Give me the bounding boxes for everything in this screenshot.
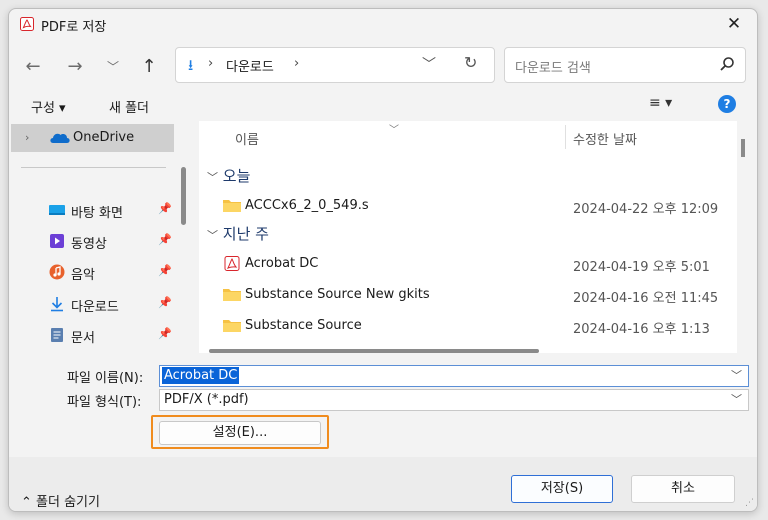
sidebar-item-documents[interactable]: 문서 📌	[9, 321, 181, 349]
file-date: 2024-04-19 오후 5:01	[573, 260, 710, 275]
title-bar: PDF로 저장 ✕	[9, 9, 757, 39]
pdf-icon	[20, 17, 34, 31]
sidebar-item-videos[interactable]: 동영상 📌	[9, 227, 181, 255]
sidebar-item-music[interactable]: 음악 📌	[9, 258, 181, 286]
video-icon	[50, 234, 64, 248]
file-row[interactable]: ACCCx6_2_0_549.s 2024-04-22 오후 12:09	[199, 191, 737, 221]
save-button[interactable]: 저장(S)	[511, 475, 613, 503]
sort-indicator-icon: ﹀	[389, 125, 399, 136]
sidebar-item-label: OneDrive	[73, 130, 135, 145]
sidebar-item-label: 동영상	[71, 237, 107, 252]
document-icon	[51, 328, 63, 342]
up-button[interactable]: ↑	[139, 57, 159, 77]
download-icon: ⭳	[188, 56, 194, 74]
search-placeholder: 다운로드 검색	[515, 61, 591, 76]
chevron-down-icon[interactable]: ﹀	[731, 391, 742, 407]
folder-icon	[223, 200, 241, 212]
filetype-label: 파일 형식(T):	[67, 395, 142, 410]
pdf-file-icon	[224, 256, 240, 271]
organize-menu[interactable]: 구성 ▾	[31, 97, 66, 116]
pin-icon[interactable]: 📌	[158, 296, 172, 309]
back-button[interactable]: ←	[23, 57, 43, 77]
cloud-icon	[50, 133, 70, 143]
recent-locations-button[interactable]: ﹀	[103, 57, 123, 77]
view-options-button[interactable]: ≡ ▾	[649, 95, 672, 111]
pin-icon[interactable]: 📌	[158, 202, 172, 215]
pin-icon[interactable]: 📌	[158, 264, 172, 277]
pin-icon[interactable]: 📌	[158, 233, 172, 246]
group-header-today[interactable]: ﹀ 오늘	[207, 165, 250, 186]
filetype-select[interactable]: PDF/X (*.pdf) ﹀	[159, 389, 749, 411]
filename-value: Acrobat DC	[162, 367, 240, 384]
collapse-chevron-icon: ﹀	[207, 229, 218, 242]
cancel-button[interactable]: 취소	[631, 475, 735, 503]
help-icon[interactable]: ?	[718, 95, 736, 113]
resize-grip-icon[interactable]: ⋰	[745, 498, 754, 508]
group-label: 지난 주	[222, 225, 269, 243]
filetype-value: PDF/X (*.pdf)	[164, 392, 249, 407]
column-header-name[interactable]: 이름	[235, 129, 259, 148]
file-date: 2024-04-16 오후 1:13	[573, 322, 710, 337]
search-input[interactable]: 다운로드 검색	[504, 47, 746, 83]
hide-folders-button[interactable]: ⌃ 폴더 숨기기	[21, 491, 100, 510]
navigation-scrollbar[interactable]	[181, 167, 186, 225]
group-label: 오늘	[222, 167, 251, 185]
file-name: Acrobat DC	[245, 256, 319, 271]
window-title: PDF로 저장	[41, 20, 107, 35]
file-row[interactable]: Substance Source New gkits 2024-04-16 오전…	[199, 280, 737, 310]
filename-input[interactable]: Acrobat DC ﹀	[159, 365, 749, 387]
desktop-icon	[49, 205, 65, 215]
forward-button[interactable]: →	[65, 57, 85, 77]
file-name: Substance Source	[245, 318, 362, 333]
sidebar-item-onedrive[interactable]: › OneDrive	[11, 124, 174, 152]
chevron-down-icon[interactable]: ﹀	[731, 367, 742, 383]
download-icon	[51, 297, 63, 312]
close-button[interactable]: ✕	[721, 12, 747, 36]
navigation-pane: › OneDrive 바탕 화면 📌 동영상 📌 음악 📌 다운로드 📌 문서 …	[9, 121, 195, 353]
sidebar-item-desktop[interactable]: 바탕 화면 📌	[9, 196, 181, 224]
save-as-dialog: PDF로 저장 ✕ ← → ﹀ ↑ ⭳ › 다운로드 › ﹀ ↻ 다운로드 검색…	[8, 8, 758, 512]
expand-chevron-icon[interactable]: ›	[25, 131, 29, 144]
file-row[interactable]: Substance Source 2024-04-16 오후 1:13	[199, 311, 737, 341]
horizontal-scrollbar[interactable]	[209, 349, 539, 353]
address-bar[interactable]: ⭳ › 다운로드 › ﹀ ↻	[175, 47, 495, 83]
file-list: ﹀ 이름 수정한 날짜 ﹀ 오늘 ACCCx6_2_0_549.s 2024-0…	[199, 121, 737, 353]
new-folder-button[interactable]: 새 폴더	[109, 97, 149, 116]
column-divider[interactable]	[565, 125, 566, 149]
pin-icon[interactable]: 📌	[158, 327, 172, 340]
search-icon	[720, 57, 734, 71]
refresh-button[interactable]: ↻	[464, 53, 477, 72]
group-header-last-week[interactable]: ﹀ 지난 주	[207, 223, 269, 244]
breadcrumb-downloads[interactable]: 다운로드	[226, 56, 274, 75]
folder-icon	[223, 289, 241, 301]
file-name: ACCCx6_2_0_549.s	[245, 198, 369, 213]
address-history-chevron-icon[interactable]: ﹀	[422, 54, 436, 74]
sidebar-item-label: 다운로드	[71, 300, 119, 315]
file-date: 2024-04-22 오후 12:09	[573, 202, 719, 217]
sidebar-item-label: 음악	[71, 268, 95, 283]
sidebar-item-label: 문서	[71, 331, 95, 346]
settings-button[interactable]: 설정(E)...	[159, 421, 321, 445]
folder-icon	[223, 320, 241, 332]
file-row[interactable]: Acrobat DC 2024-04-19 오후 5:01	[199, 249, 737, 279]
breadcrumb-separator[interactable]: ›	[294, 56, 299, 71]
file-date: 2024-04-16 오전 11:45	[573, 291, 719, 306]
breadcrumb-separator: ›	[208, 56, 214, 71]
file-name: Substance Source New gkits	[245, 287, 430, 302]
music-icon	[49, 264, 65, 280]
divider	[21, 167, 166, 168]
sidebar-item-downloads[interactable]: 다운로드 📌	[9, 290, 181, 318]
filename-label: 파일 이름(N):	[67, 371, 144, 386]
column-header-date-modified[interactable]: 수정한 날짜	[573, 129, 637, 148]
collapse-chevron-icon: ﹀	[207, 171, 218, 184]
vertical-scrollbar[interactable]	[741, 139, 745, 157]
sidebar-item-label: 바탕 화면	[71, 206, 123, 221]
